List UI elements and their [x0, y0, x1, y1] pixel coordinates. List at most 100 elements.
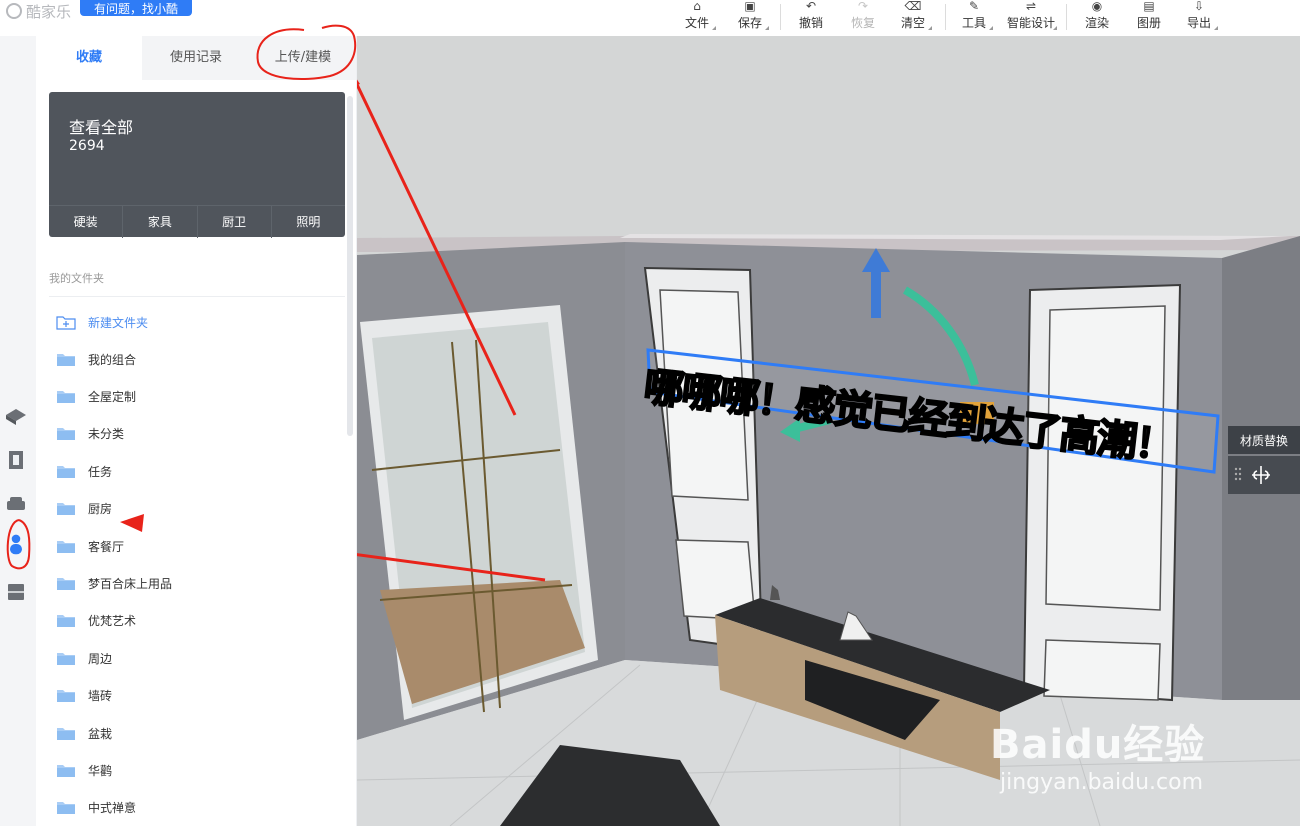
top-toolbar: 酷家乐 有问题，找小酷 ⌂ 文件 ▣ 保存 ↶ 撤销 ↷ 恢复 ⌫ 清空 ✎ 工… — [0, 0, 1300, 36]
folder-item[interactable]: 中式禅意 — [56, 797, 136, 819]
watermark-url: jingyan.baidu.com — [1000, 770, 1204, 795]
toolbar-label: 清空 — [900, 16, 925, 30]
folder-item[interactable]: 厨房 — [56, 498, 112, 520]
toolbar-file-button[interactable]: ⌂ 文件 — [674, 0, 720, 34]
toolbar-divider — [780, 4, 781, 30]
panel-scrollbar[interactable] — [347, 96, 353, 436]
view-all-title: 查看全部 — [69, 118, 134, 137]
toolbar-label: 智能设计 — [1006, 16, 1055, 30]
folder-label: 优梵艺术 — [88, 614, 137, 629]
folder-item[interactable]: 任务 — [56, 460, 112, 482]
category-hard-decoration[interactable]: 硬装 — [49, 206, 124, 238]
toolbar-album-button[interactable]: ▤ 图册 — [1126, 0, 1172, 34]
folder-item[interactable]: 华鹳 — [56, 759, 112, 781]
toolbar-tools-button[interactable]: ✎ 工具 — [951, 0, 997, 34]
folder-item[interactable]: 我的组合 — [56, 348, 136, 370]
category-lighting[interactable]: 照明 — [272, 206, 345, 238]
new-folder-label: 新建文件夹 — [88, 315, 149, 330]
toolbar-label: 导出 — [1186, 16, 1211, 30]
toolbar-label: 图册 — [1136, 16, 1161, 30]
toolbar-label: 恢复 — [850, 16, 875, 30]
toolbar-label: 撤销 — [798, 16, 823, 30]
category-filter: 硬装 家具 厨卫 照明 — [49, 205, 345, 238]
toolbar-divider — [945, 4, 946, 30]
folder-item[interactable]: 墙砖 — [56, 685, 112, 707]
category-furniture[interactable]: 家具 — [123, 206, 198, 238]
drag-handle-icon[interactable] — [1234, 466, 1242, 482]
toolbar-redo-button[interactable]: ↷ 恢复 — [840, 0, 886, 34]
folder-icon — [57, 615, 75, 628]
dropdown-caret-icon — [765, 26, 769, 30]
folder-label: 我的组合 — [88, 352, 137, 367]
toolbar-render-button[interactable]: ◉ 渲染 — [1074, 0, 1120, 34]
toolbar-export-button[interactable]: ⇩ 导出 — [1176, 0, 1222, 34]
total-count: 2694 — [69, 138, 105, 154]
eraser-icon: ⌫ — [904, 0, 922, 13]
app-logo[interactable]: 酷家乐 — [6, 0, 71, 22]
tab-favorites[interactable]: 收藏 — [36, 36, 142, 80]
toolbar-label: 保存 — [737, 16, 762, 30]
toolbar-clear-button[interactable]: ⌫ 清空 — [890, 0, 936, 34]
folder-label: 未分类 — [88, 427, 125, 442]
folder-item[interactable]: 客餐厅 — [56, 535, 124, 557]
material-replace-label[interactable]: 材质替换 — [1228, 426, 1300, 454]
folder-label: 周边 — [88, 651, 113, 666]
folder-icon — [57, 764, 75, 777]
logo-text: 酷家乐 — [26, 2, 72, 21]
new-folder-button[interactable]: 新建文件夹 — [56, 311, 148, 333]
toolbar-label: 渲染 — [1084, 16, 1109, 30]
tab-usage-history[interactable]: 使用记录 — [142, 36, 250, 80]
folder-label: 盆栽 — [88, 726, 113, 741]
door-icon[interactable] — [4, 448, 28, 472]
cabinet-icon[interactable] — [4, 580, 28, 604]
dropdown-caret-icon — [928, 26, 932, 30]
folder-icon — [57, 802, 75, 815]
my-folders-heading: 我的文件夹 — [49, 272, 104, 285]
wrench-icon: ✎ — [968, 0, 980, 13]
folder-label: 华鹳 — [88, 763, 113, 778]
pick-material-icon[interactable] — [1248, 464, 1274, 486]
dropdown-caret-icon — [1214, 26, 1218, 30]
watermark-logo: Baidu经验 — [990, 722, 1206, 768]
folder-label: 全屋定制 — [88, 389, 137, 404]
folder-label: 梦百合床上用品 — [88, 576, 173, 591]
annotation-circle — [256, 24, 357, 81]
smart-design-icon: ⇌ — [1025, 0, 1037, 13]
sofa-icon[interactable] — [4, 492, 28, 516]
toolbar-undo-button[interactable]: ↶ 撤销 — [788, 0, 834, 34]
toolbar-label: 文件 — [684, 16, 709, 30]
folder-icon — [57, 390, 75, 403]
folder-item[interactable]: 盆栽 — [56, 722, 112, 744]
3d-viewport[interactable]: 哪哪哪！感觉已经到达了高潮！ — [357, 36, 1300, 826]
folder-icon — [57, 353, 75, 366]
folder-icon — [57, 690, 75, 703]
folder-label: 墙砖 — [88, 689, 113, 704]
folder-icon — [57, 540, 75, 553]
left-icon-bar — [0, 36, 36, 826]
render-icon: ◉ — [1091, 0, 1103, 13]
undo-icon: ↶ — [805, 0, 817, 13]
help-button[interactable]: 有问题，找小酷 — [80, 0, 192, 16]
folder-icon — [57, 503, 75, 516]
add-folder-icon — [56, 315, 76, 330]
dropdown-caret-icon — [989, 26, 993, 30]
redo-icon: ↷ — [857, 0, 869, 13]
export-icon: ⇩ — [1193, 0, 1205, 13]
folder-label: 厨房 — [88, 502, 113, 517]
save-icon: ▣ — [744, 0, 756, 13]
hard-decoration-icon[interactable] — [4, 404, 28, 428]
category-kitchen-bath[interactable]: 厨卫 — [198, 206, 272, 238]
material-replace-tool[interactable] — [1228, 456, 1300, 494]
folder-label: 中式禅意 — [88, 801, 137, 816]
view-all-card[interactable]: 查看全部 2694 硬装 家具 厨卫 照明 — [49, 92, 345, 238]
folder-item[interactable]: 梦百合床上用品 — [56, 572, 172, 594]
folder-item[interactable]: 未分类 — [56, 423, 124, 445]
folder-item[interactable]: 全屋定制 — [56, 385, 136, 407]
folder-icon — [57, 727, 75, 740]
toolbar-save-button[interactable]: ▣ 保存 — [727, 0, 773, 34]
folder-item[interactable]: 周边 — [56, 647, 112, 669]
dropdown-caret-icon — [1053, 26, 1057, 30]
folder-item[interactable]: 优梵艺术 — [56, 610, 136, 632]
toolbar-smart-design-button[interactable]: ⇌ 智能设计 — [1001, 0, 1061, 34]
logo-icon — [6, 3, 22, 19]
